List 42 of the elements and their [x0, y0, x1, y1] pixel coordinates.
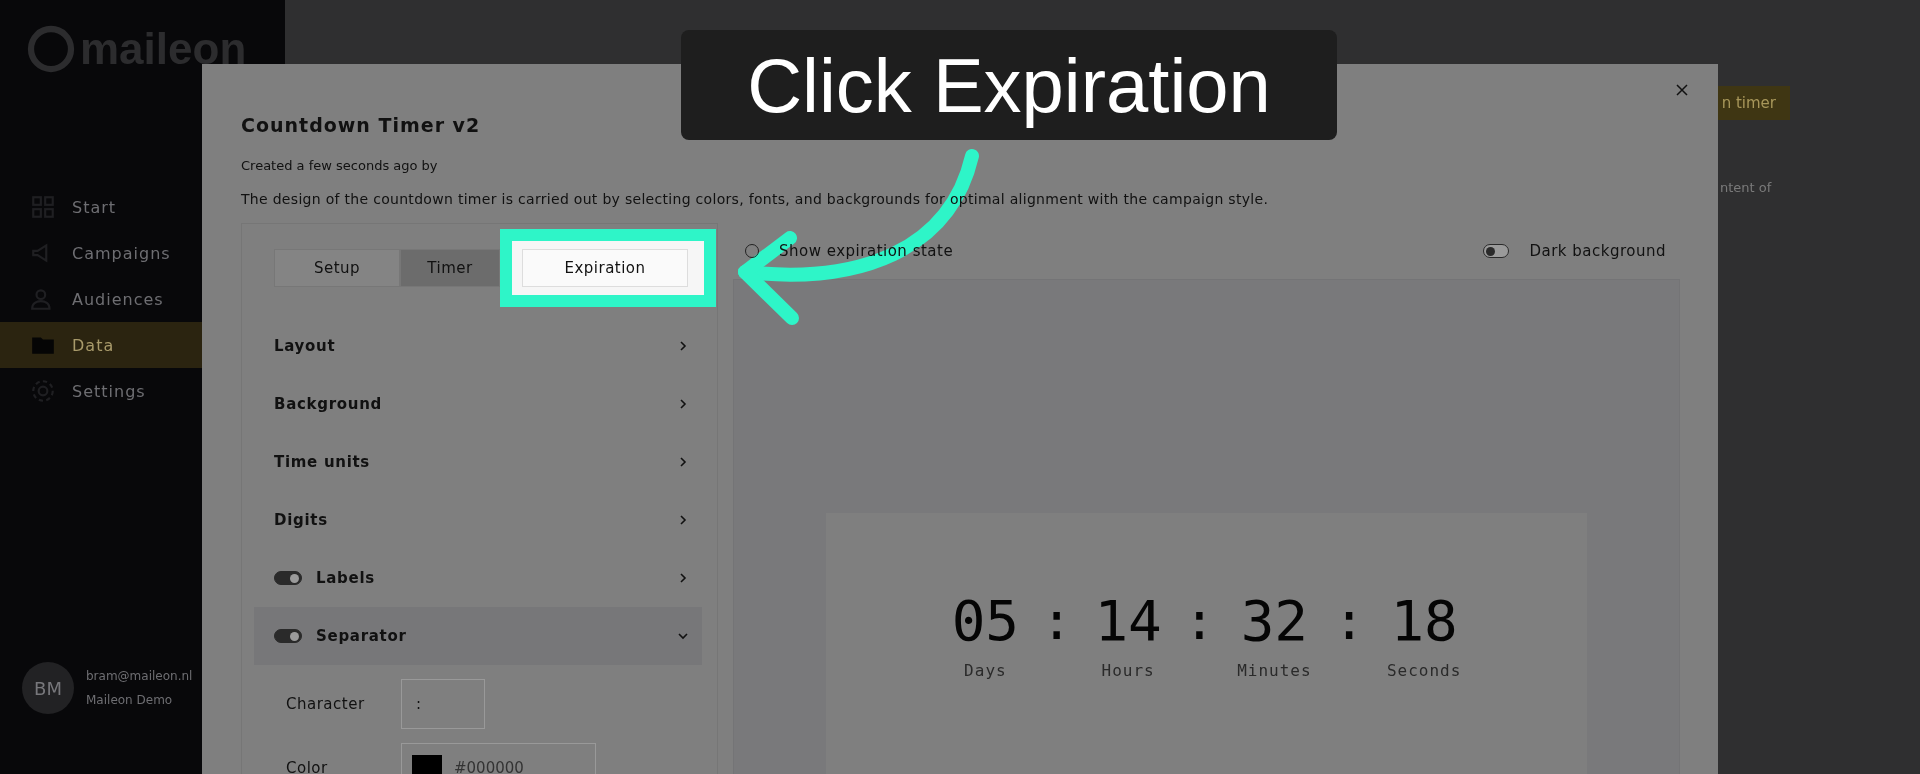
accordion-row[interactable]: Digits	[242, 491, 717, 549]
accordion-row[interactable]: Separator	[254, 607, 702, 665]
timer-digits: 14	[1094, 591, 1162, 651]
accordion-row[interactable]: Labels	[242, 549, 717, 607]
gear-icon	[30, 378, 56, 404]
toggle-switch[interactable]	[274, 629, 302, 643]
tab[interactable]: Setup	[274, 249, 400, 287]
unit-label: Days	[964, 661, 1007, 680]
chevron-right-icon	[677, 514, 689, 526]
separator-colon: :	[1041, 591, 1073, 651]
accordion-row[interactable]: Background	[242, 375, 717, 433]
dark-background-toggle[interactable]: Dark background	[1483, 242, 1666, 260]
page-text: ntent of	[1720, 180, 1772, 195]
color-field[interactable]: #000000	[401, 743, 596, 774]
account-name: Maileon Demo	[86, 693, 174, 707]
chevron-right-icon	[677, 456, 689, 468]
chevron-down-icon	[677, 630, 689, 642]
toggle-switch[interactable]	[274, 571, 302, 585]
user-avatar[interactable]: BM	[22, 662, 74, 714]
unit-label: Seconds	[1386, 661, 1462, 680]
close-icon[interactable]	[1676, 84, 1688, 96]
tab[interactable]: Timer	[400, 249, 500, 287]
unit-label: Minutes	[1237, 661, 1312, 680]
unit-label: Hours	[1101, 661, 1155, 680]
timer-digits: 18	[1390, 591, 1458, 651]
grid-icon	[30, 194, 56, 220]
chevron-right-icon	[677, 340, 689, 352]
field-label: Character	[286, 695, 366, 713]
timer-digits: 05	[951, 591, 1020, 651]
field-label: Color	[286, 759, 329, 774]
modal-title: Countdown Timer v2	[241, 114, 482, 136]
tab[interactable]: Expiration	[522, 249, 688, 287]
user-email: bram@maileon.nl	[86, 669, 193, 683]
callout-label: Click Expiration	[681, 30, 1337, 140]
separator-colon: :	[1183, 591, 1216, 651]
timer-digits: 32	[1240, 591, 1309, 651]
separator-colon: :	[1333, 591, 1365, 651]
chevron-right-icon	[677, 572, 689, 584]
chevron-right-icon	[677, 398, 689, 410]
accordion-row[interactable]: Time units	[242, 433, 717, 491]
created-info: Created a few seconds ago by	[241, 158, 439, 173]
character-field[interactable]: :	[401, 679, 485, 729]
